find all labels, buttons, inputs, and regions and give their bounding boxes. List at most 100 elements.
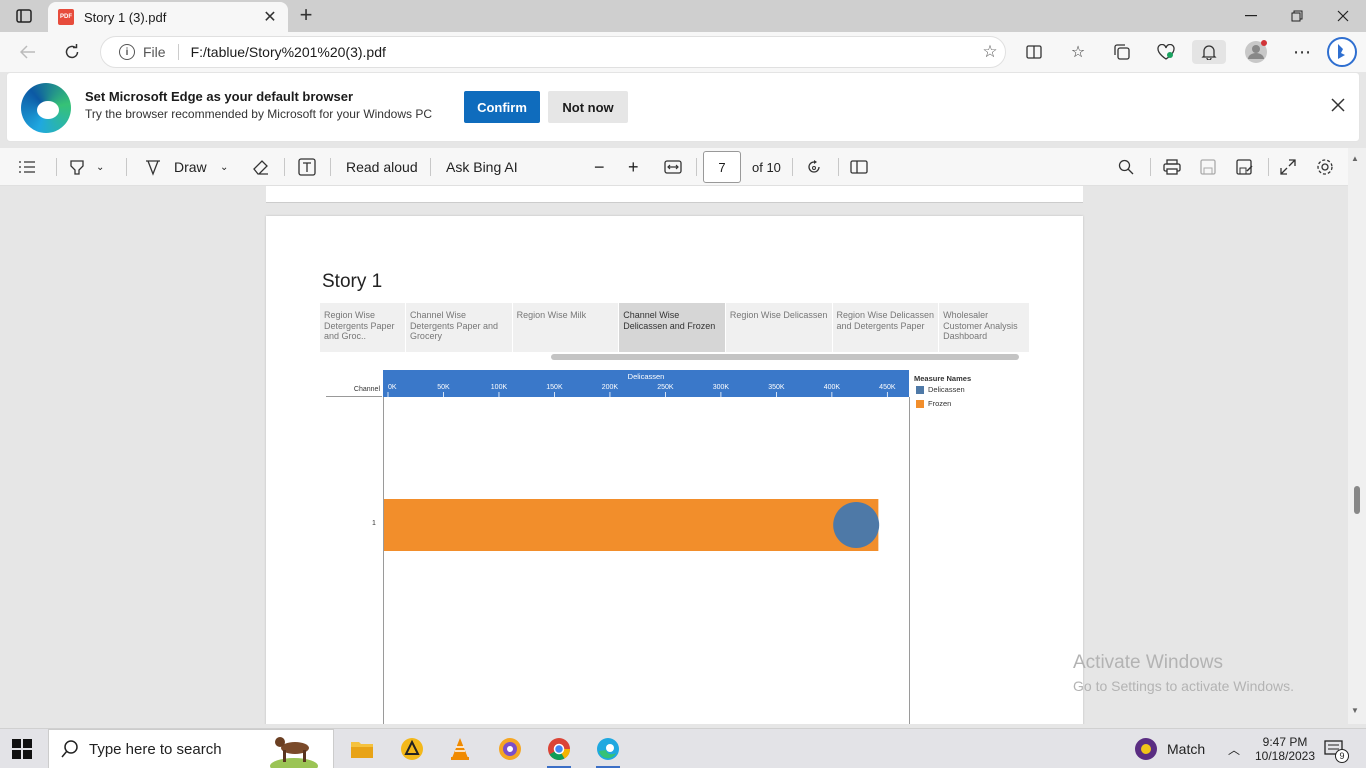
navigation-bar: i File F:/tablue/Story%201%20(3).pdf ☆ ☆… <box>0 32 1366 72</box>
banner-title: Set Microsoft Edge as your default brows… <box>85 89 353 104</box>
eraser-icon[interactable] <box>252 148 270 186</box>
pdf-page: Story 1 Region Wise Detergents Paper and… <box>266 216 1083 724</box>
refresh-icon[interactable] <box>58 38 86 66</box>
match-label: Match <box>1167 741 1206 757</box>
zoom-in-icon[interactable]: + <box>628 148 639 186</box>
scroll-down-arrow-icon[interactable]: ▼ <box>1351 706 1359 715</box>
app-circle-icon[interactable] <box>490 733 530 765</box>
draw-button[interactable]: Draw <box>174 148 207 186</box>
chart-canvas <box>384 499 880 551</box>
browser-essentials-icon[interactable] <box>1152 40 1180 64</box>
notification-center-icon[interactable]: 9 <box>1324 729 1349 768</box>
save-icon[interactable] <box>1200 148 1216 186</box>
clock-date: 10/18/2023 <box>1254 749 1316 763</box>
collections-icon[interactable] <box>1108 40 1136 64</box>
x-axis-ticks: 0K 50K 100K 150K 200K 250K 300K 350K 400K 450K <box>387 384 896 397</box>
pdf-viewer[interactable]: Story 1 Region Wise Detergents Paper and… <box>0 186 1348 724</box>
file-explorer-icon[interactable] <box>342 733 382 765</box>
tab-close-icon[interactable]: ✕ <box>262 7 278 27</box>
clock[interactable]: 9:47 PM 10/18/2023 <box>1252 729 1318 768</box>
confirm-button[interactable]: Confirm <box>464 91 540 123</box>
contents-list-icon[interactable] <box>18 148 36 186</box>
settings-gear-icon[interactable] <box>1316 148 1334 186</box>
pdf-toolbar: ⌄ Draw ⌄ Read aloud Ask Bing AI − + 7 of… <box>0 148 1348 186</box>
x-axis-tick-label: 100K <box>491 384 508 391</box>
app-triangle-icon[interactable] <box>392 733 432 765</box>
profile-avatar-icon[interactable] <box>1242 40 1270 64</box>
story-tab: Region Wise Delicassen and Detergents Pa… <box>832 303 940 352</box>
highlight-dropdown-chevron-icon[interactable]: ⌄ <box>96 148 104 186</box>
x-axis-tick-label: 50K <box>437 384 450 391</box>
match-widget[interactable]: Match <box>1134 729 1205 768</box>
legend-title: Measure Names <box>914 374 972 383</box>
row-header-label: Channel <box>353 386 380 393</box>
story-tab: Channel Wise Detergents Paper and Grocer… <box>405 303 513 352</box>
legend-label: Delicassen <box>928 385 965 394</box>
windows-start-icon[interactable] <box>12 739 32 759</box>
delicassen-circle-mark <box>833 502 880 548</box>
split-screen-icon[interactable] <box>1020 40 1048 64</box>
story-tab: Region Wise Delicassen <box>725 303 833 352</box>
story-title: Story 1 <box>322 271 383 292</box>
favorite-star-icon[interactable]: ☆ <box>975 42 1005 62</box>
tab-actions-icon[interactable] <box>8 4 40 28</box>
file-label: File <box>143 44 179 60</box>
clock-time: 9:47 PM <box>1262 735 1308 749</box>
page-number-input[interactable]: 7 <box>703 151 741 183</box>
add-text-icon[interactable] <box>298 148 316 186</box>
info-icon[interactable]: i <box>119 44 135 60</box>
rotate-icon[interactable] <box>806 148 822 186</box>
favorites-icon[interactable]: ☆ <box>1064 40 1092 64</box>
page-view-icon[interactable] <box>850 148 868 186</box>
vlc-icon[interactable] <box>440 733 480 765</box>
banner-close-icon[interactable] <box>1331 95 1345 118</box>
ask-bing-ai-button[interactable]: Ask Bing AI <box>446 148 518 186</box>
restore-icon[interactable] <box>1274 0 1320 32</box>
x-axis-tick-label: 350K <box>768 384 785 391</box>
taskbar: Type here to search Match ︿ 9:47 PM 10/1… <box>0 728 1366 768</box>
address-bar[interactable]: i File F:/tablue/Story%201%20(3).pdf ☆ <box>100 36 1006 68</box>
draw-pen-icon[interactable] <box>144 148 162 186</box>
story-tab: Region Wise Milk <box>512 303 620 352</box>
highlight-icon[interactable] <box>68 148 86 186</box>
browser-tab[interactable]: PDF Story 1 (3).pdf ✕ <box>48 2 288 32</box>
minimize-icon[interactable] <box>1228 0 1274 32</box>
page-total-label: of 10 <box>752 159 781 175</box>
activate-windows-watermark: Activate Windows Go to Settings to activ… <box>1073 652 1294 694</box>
window-close-icon[interactable] <box>1320 0 1366 32</box>
story-tabs: Region Wise Detergents Paper and Groc.. … <box>320 303 1030 352</box>
new-tab-button[interactable]: + <box>294 4 318 28</box>
x-axis-tick-label: 400K <box>824 384 841 391</box>
default-browser-banner: Set Microsoft Edge as your default brows… <box>6 72 1360 142</box>
zoom-out-icon[interactable]: − <box>594 148 605 186</box>
scroll-up-arrow-icon[interactable]: ▲ <box>1351 154 1359 163</box>
read-aloud-button[interactable]: Read aloud <box>346 148 418 186</box>
pdf-file-icon: PDF <box>58 9 74 25</box>
save-as-icon[interactable] <box>1236 148 1254 186</box>
scrollbar-thumb[interactable] <box>1354 486 1360 514</box>
back-arrow-icon[interactable] <box>14 38 42 66</box>
story-tab: Region Wise Detergents Paper and Groc.. <box>320 303 406 352</box>
viewer-scrollbar[interactable]: ▲ ▼ <box>1348 148 1366 724</box>
x-axis-tick-label: 150K <box>546 384 563 391</box>
story-tabs-scrollbar <box>551 354 1019 360</box>
story-tab-active: Channel Wise Delicassen and Frozen <box>619 303 726 352</box>
fullscreen-icon[interactable] <box>1280 148 1296 186</box>
print-icon[interactable] <box>1163 148 1181 186</box>
chrome-icon[interactable] <box>539 733 579 768</box>
watermark-line1: Activate Windows <box>1073 652 1223 673</box>
search-icon[interactable] <box>1118 148 1134 186</box>
draw-dropdown-chevron-icon[interactable]: ⌄ <box>220 148 228 186</box>
fit-width-icon[interactable] <box>664 148 682 186</box>
story-tab: Wholesaler Customer Analysis Dashboard <box>939 303 1030 352</box>
not-now-button[interactable]: Not now <box>548 91 628 123</box>
edge-taskbar-icon[interactable] <box>588 733 628 768</box>
url-text[interactable]: F:/tablue/Story%201%20(3).pdf <box>191 44 975 60</box>
show-hidden-icons-chevron-icon[interactable]: ︿ <box>1228 729 1240 768</box>
legend-item-frozen: Frozen <box>916 399 951 408</box>
more-options-icon[interactable]: ⋯ <box>1288 40 1316 64</box>
taskbar-search[interactable]: Type here to search <box>48 729 334 768</box>
bing-copilot-icon[interactable] <box>1326 36 1358 68</box>
notifications-bell-icon[interactable] <box>1192 40 1226 64</box>
tab-bar: PDF Story 1 (3).pdf ✕ + <box>0 0 1366 32</box>
